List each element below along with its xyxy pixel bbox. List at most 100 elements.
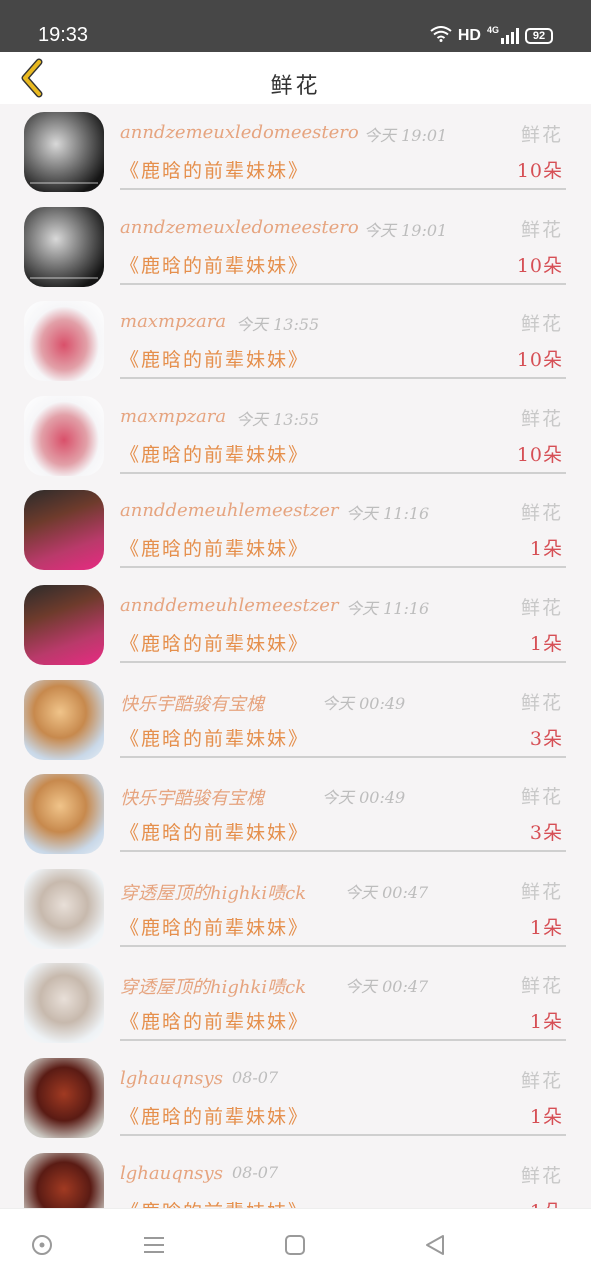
flower-gift-list[interactable]: anndzemeuxledomeestero 今天 19:01 鲜花 《鹿晗的前… (0, 104, 591, 1208)
gift-count: 10朵 (516, 254, 563, 277)
divider (120, 566, 566, 569)
gift-time: 今天 19:01 (364, 126, 448, 145)
book-title[interactable]: 《鹿晗的前辈妹妹》 (120, 724, 309, 751)
list-item[interactable]: lghauqnsys 08-07 鲜花 《鹿晗的前辈妹妹》 1朵 (0, 1145, 591, 1208)
sender-name[interactable]: annddemeuhlemeestzer (120, 500, 339, 521)
gift-time: 今天 00:49 (322, 693, 406, 713)
gift-time: 今天 13:55 (236, 409, 320, 429)
sender-name[interactable]: maxmpzara (120, 406, 226, 427)
book-title[interactable]: 《鹿晗的前辈妹妹》 (120, 1007, 309, 1034)
book-title[interactable]: 《鹿晗的前辈妹妹》 (120, 440, 309, 467)
sender-name[interactable]: 穿透屋顶的highki啧ck (120, 973, 306, 999)
sender-name[interactable]: anndzemeuxledomeestero (120, 122, 359, 143)
divider (120, 850, 566, 853)
battery-icon: 92 (525, 28, 553, 44)
gift-type: 鲜花 (520, 313, 563, 336)
list-item[interactable]: maxmpzara 今天 13:55 鲜花 《鹿晗的前辈妹妹》 10朵 (0, 293, 591, 388)
list-item[interactable]: 穿透屋顶的highki啧ck 今天 00:47 鲜花 《鹿晗的前辈妹妹》 1朵 (0, 955, 591, 1050)
sender-name[interactable]: lghauqnsys (120, 1068, 223, 1089)
list-item[interactable]: 快乐宇酷骏有宝槐 今天 00:49 鲜花 《鹿晗的前辈妹妹》 3朵 (0, 672, 591, 767)
gift-count: 1朵 (529, 538, 563, 561)
book-title[interactable]: 《鹿晗的前辈妹妹》 (120, 1197, 309, 1208)
book-title[interactable]: 《鹿晗的前辈妹妹》 (120, 534, 309, 561)
book-title[interactable]: 《鹿晗的前辈妹妹》 (120, 1102, 309, 1129)
gift-count: 1朵 (530, 1197, 563, 1208)
menu-icon[interactable] (142, 1233, 166, 1257)
avatar[interactable] (24, 395, 104, 476)
network-small-label: 4G (486, 25, 499, 35)
book-title[interactable]: 《鹿晗的前辈妹妹》 (120, 156, 309, 183)
book-title[interactable]: 《鹿晗的前辈妹妹》 (120, 629, 309, 656)
gift-time: 08-07 (232, 1067, 279, 1087)
avatar[interactable] (24, 868, 104, 949)
sender-name[interactable]: anndzemeuxledomeestero (120, 217, 359, 238)
gift-time: 今天 11:16 (346, 504, 430, 524)
avatar[interactable] (24, 774, 104, 855)
avatar[interactable] (24, 679, 104, 760)
status-time: 19:33 (38, 24, 89, 46)
list-item[interactable]: anndzemeuxledomeestero 今天 19:01 鲜花 《鹿晗的前… (0, 199, 591, 294)
avatar[interactable] (24, 301, 104, 382)
book-title[interactable]: 《鹿晗的前辈妹妹》 (120, 913, 309, 940)
gift-type: 鲜花 (520, 407, 563, 430)
avatar[interactable] (24, 112, 104, 192)
gift-time: 今天 00:47 (345, 882, 429, 902)
divider (120, 944, 566, 947)
gift-count: 3朵 (529, 822, 563, 845)
avatar[interactable] (24, 584, 104, 665)
gift-type: 鲜花 (520, 596, 563, 619)
gift-count: 10朵 (516, 160, 563, 182)
record-icon[interactable] (30, 1233, 54, 1257)
network-label: HD (457, 27, 481, 44)
list-item[interactable]: lghauqnsys 08-07 鲜花 《鹿晗的前辈妹妹》 1朵 (0, 1050, 591, 1145)
book-title[interactable]: 《鹿晗的前辈妹妹》 (120, 345, 309, 372)
divider (120, 377, 566, 380)
sender-name[interactable]: 快乐宇酷骏有宝槐 (120, 784, 264, 810)
list-item[interactable]: 穿透屋顶的highki啧ck 今天 00:47 鲜花 《鹿晗的前辈妹妹》 1朵 (0, 861, 591, 956)
list-item[interactable]: annddemeuhlemeestzer 今天 11:16 鲜花 《鹿晗的前辈妹… (0, 482, 591, 577)
status-indicators: HD 4G 92 (430, 24, 553, 48)
gift-type: 鲜花 (520, 786, 563, 809)
wifi-icon (430, 25, 452, 47)
list-item[interactable]: maxmpzara 今天 13:55 鲜花 《鹿晗的前辈妹妹》 10朵 (0, 388, 591, 483)
list-item[interactable]: anndzemeuxledomeestero 今天 19:01 鲜花 《鹿晗的前… (0, 104, 591, 199)
gift-time: 今天 13:55 (236, 315, 320, 335)
divider (120, 188, 566, 190)
sender-name[interactable]: 快乐宇酷骏有宝槐 (120, 690, 264, 716)
divider (120, 1039, 566, 1042)
home-square-icon[interactable] (283, 1233, 307, 1257)
sender-name[interactable]: annddemeuhlemeestzer (120, 595, 339, 616)
book-title[interactable]: 《鹿晗的前辈妹妹》 (120, 251, 309, 278)
gift-time: 今天 00:49 (322, 788, 406, 808)
system-nav-bar (0, 1208, 591, 1280)
avatar[interactable] (24, 1152, 104, 1208)
divider (120, 282, 566, 285)
divider (120, 660, 566, 663)
list-item[interactable]: 快乐宇酷骏有宝槐 今天 00:49 鲜花 《鹿晗的前辈妹妹》 3朵 (0, 766, 591, 861)
divider (120, 471, 566, 474)
list-item[interactable]: annddemeuhlemeestzer 今天 11:16 鲜花 《鹿晗的前辈妹… (0, 577, 591, 672)
gift-type: 鲜花 (520, 124, 563, 146)
gift-type: 鲜花 (520, 502, 563, 525)
gift-type: 鲜花 (520, 1069, 563, 1092)
back-triangle-icon[interactable] (423, 1233, 447, 1257)
gift-count: 1朵 (529, 632, 563, 655)
avatar[interactable] (24, 1057, 104, 1138)
signal-icon (501, 28, 519, 44)
divider (120, 755, 566, 758)
gift-count: 10朵 (516, 443, 563, 466)
gift-count: 3朵 (529, 727, 563, 750)
gift-count: 1朵 (529, 916, 563, 939)
gift-type: 鲜花 (520, 975, 563, 998)
avatar[interactable] (24, 206, 104, 287)
gift-type: 鲜花 (520, 880, 563, 903)
avatar[interactable] (24, 490, 104, 571)
sender-name[interactable]: maxmpzara (120, 311, 226, 332)
sender-name[interactable]: 穿透屋顶的highki啧ck (120, 879, 306, 905)
avatar[interactable] (24, 963, 104, 1044)
gift-time: 今天 00:47 (345, 977, 429, 997)
gift-count: 1朵 (529, 1105, 563, 1128)
sender-name[interactable]: lghauqnsys (120, 1163, 223, 1184)
gift-type: 鲜花 (520, 691, 563, 714)
book-title[interactable]: 《鹿晗的前辈妹妹》 (120, 818, 309, 845)
